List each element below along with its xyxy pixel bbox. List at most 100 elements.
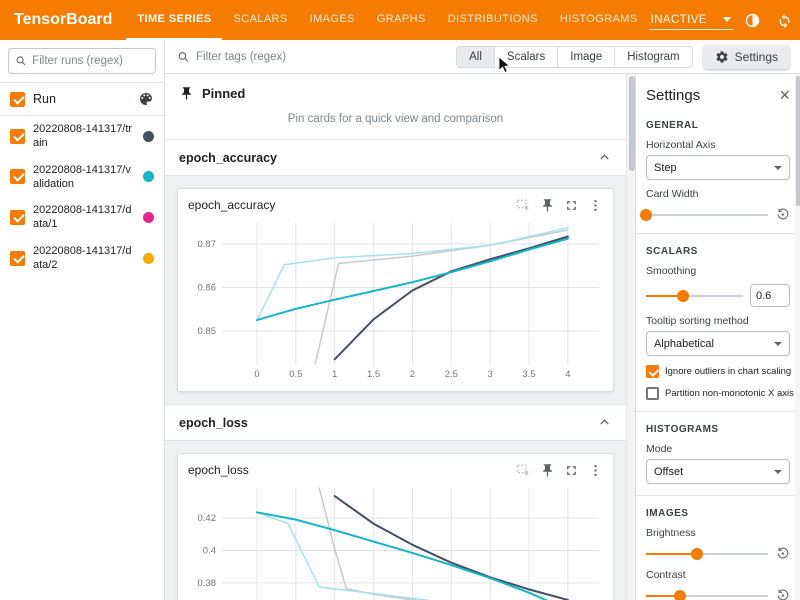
run-checkbox[interactable] — [10, 169, 25, 184]
search-icon — [15, 54, 27, 68]
palette-icon[interactable] — [138, 91, 154, 107]
brightness-slider[interactable] — [646, 547, 768, 560]
section-header-epoch-accuracy[interactable]: epoch_accuracy — [165, 140, 626, 176]
run-name: 20220808-141317/data/1 — [33, 203, 135, 232]
settings-button-label: Settings — [735, 50, 778, 64]
app-logo[interactable]: TensorBoard — [0, 0, 126, 40]
run-checkbox[interactable] — [10, 251, 25, 266]
scrollbar-thumb[interactable] — [796, 76, 800, 206]
run-color-dot[interactable] — [143, 171, 154, 182]
tag-filter-bar: All Scalars Image Histogram Settings — [165, 40, 800, 74]
theme-toggle-icon[interactable] — [741, 8, 765, 32]
pin-icon — [179, 86, 194, 101]
run-color-dot[interactable] — [143, 131, 154, 142]
partition-x-axis-checkbox[interactable]: Partition non-monotonic X axis i — [646, 387, 790, 400]
histogram-mode-select[interactable]: Offset — [646, 459, 790, 484]
smoothing-slider[interactable] — [646, 289, 743, 302]
checkbox-label: Ignore outliers in chart scaling — [665, 366, 791, 377]
svg-text:4: 4 — [565, 369, 570, 380]
ignore-outliers-checkbox[interactable]: Ignore outliers in chart scaling — [646, 365, 790, 378]
divider — [636, 233, 800, 234]
chip-scalars[interactable]: Scalars — [495, 46, 558, 68]
horizontal-axis-label: Horizontal Axis — [646, 139, 790, 151]
run-name: 20220808-141317/data/2 — [33, 244, 135, 273]
header-actions: INACTIVE ? — [649, 0, 800, 40]
section-header-epoch-loss[interactable]: epoch_loss — [165, 405, 626, 441]
run-item-data-2[interactable]: 20220808-141317/data/2 — [0, 238, 164, 279]
settings-panel: Settings × GENERAL Horizontal Axis Step … — [635, 74, 800, 600]
contrast-slider[interactable] — [646, 589, 768, 600]
run-item-data-1[interactable]: 20220808-141317/data/1 — [0, 197, 164, 238]
tab-distributions[interactable]: DISTRIBUTIONS — [437, 0, 549, 40]
tab-scalars[interactable]: SCALARS — [222, 0, 298, 40]
tab-histograms[interactable]: HISTOGRAMS — [549, 0, 649, 40]
scrollbar-thumb[interactable] — [629, 76, 635, 171]
tab-images[interactable]: IMAGES — [299, 0, 366, 40]
select-all-runs-checkbox[interactable] — [10, 92, 25, 107]
chevron-down-icon — [774, 342, 782, 346]
scalar-card-epoch-accuracy: epoch_accuracy 0.850.860.8700.511.522.53… — [177, 188, 614, 392]
fullscreen-icon[interactable] — [564, 198, 579, 213]
card-width-slider[interactable] — [646, 208, 768, 221]
pin-card-icon[interactable] — [540, 463, 555, 478]
card-header: epoch_loss — [178, 454, 613, 480]
tags-filter-input[interactable] — [196, 51, 446, 63]
gear-icon — [715, 50, 729, 64]
horizontal-axis-select[interactable]: Step — [646, 155, 790, 180]
epoch-accuracy-chart[interactable]: 0.850.860.8700.511.522.533.54 — [182, 215, 609, 383]
contrast-label: Contrast — [646, 569, 790, 581]
svg-text:0: 0 — [254, 369, 259, 380]
tab-graphs[interactable]: GRAPHS — [366, 0, 437, 40]
run-item-validation[interactable]: 20220808-141317/validation — [0, 157, 164, 198]
reset-icon[interactable] — [775, 546, 790, 561]
main-scrollbar[interactable] — [626, 74, 635, 600]
pinned-empty-hint: Pin cards for a quick view and compariso… — [165, 105, 626, 140]
close-icon[interactable]: × — [779, 86, 790, 104]
svg-text:0.4: 0.4 — [203, 546, 216, 557]
checkbox-icon — [646, 365, 659, 378]
chevron-up-icon[interactable] — [597, 415, 612, 430]
refresh-icon[interactable] — [773, 8, 797, 32]
tooltip-sorting-select[interactable]: Alphabetical — [646, 331, 790, 356]
chevron-down-icon — [723, 17, 731, 22]
data-selection-icon[interactable] — [515, 197, 531, 213]
chevron-down-icon — [774, 470, 782, 474]
tag-type-filter: All Scalars Image Histogram — [456, 46, 693, 68]
more-options-icon[interactable] — [588, 198, 603, 213]
chip-image[interactable]: Image — [558, 46, 615, 68]
svg-text:3: 3 — [488, 369, 493, 380]
run-checkbox[interactable] — [10, 210, 25, 225]
smoothing-value-input[interactable] — [750, 284, 790, 307]
runs-sidebar: Run 20220808-141317/train 20220808-14131… — [0, 40, 165, 600]
reset-icon[interactable] — [775, 588, 790, 600]
section-body-epoch-loss: epoch_loss 0.360.380.40.4200.511.522.533… — [165, 441, 626, 600]
chevron-up-icon[interactable] — [597, 150, 612, 165]
run-item-train[interactable]: 20220808-141317/train — [0, 116, 164, 157]
data-selection-icon[interactable] — [515, 462, 531, 478]
more-options-icon[interactable] — [588, 463, 603, 478]
images-heading: IMAGES — [646, 508, 790, 519]
card-title: epoch_loss — [188, 463, 506, 477]
svg-text:0.42: 0.42 — [198, 513, 217, 524]
run-color-dot[interactable] — [143, 253, 154, 264]
run-color-dot[interactable] — [143, 212, 154, 223]
svg-text:0.5: 0.5 — [289, 369, 302, 380]
svg-text:2: 2 — [410, 369, 415, 380]
epoch-loss-chart[interactable]: 0.360.380.40.4200.511.522.533.54 — [182, 480, 609, 600]
run-name: 20220808-141317/validation — [33, 163, 135, 192]
pin-card-icon[interactable] — [540, 198, 555, 213]
tags-filter[interactable] — [177, 50, 446, 64]
fullscreen-icon[interactable] — [564, 463, 579, 478]
settings-button[interactable]: Settings — [703, 45, 790, 69]
cards-area: Pinned Pin cards for a quick view and co… — [165, 74, 626, 600]
runs-filter-input[interactable] — [32, 55, 149, 67]
settings-scrollbar[interactable] — [795, 74, 800, 600]
runs-filter[interactable] — [8, 48, 156, 74]
chip-histogram[interactable]: Histogram — [615, 46, 692, 68]
reset-icon[interactable] — [775, 207, 790, 222]
general-heading: GENERAL — [646, 120, 790, 131]
tab-time-series[interactable]: TIME SERIES — [126, 0, 222, 40]
chip-all[interactable]: All — [456, 46, 495, 68]
run-checkbox[interactable] — [10, 129, 25, 144]
reload-status-dropdown[interactable]: INACTIVE — [649, 11, 733, 30]
